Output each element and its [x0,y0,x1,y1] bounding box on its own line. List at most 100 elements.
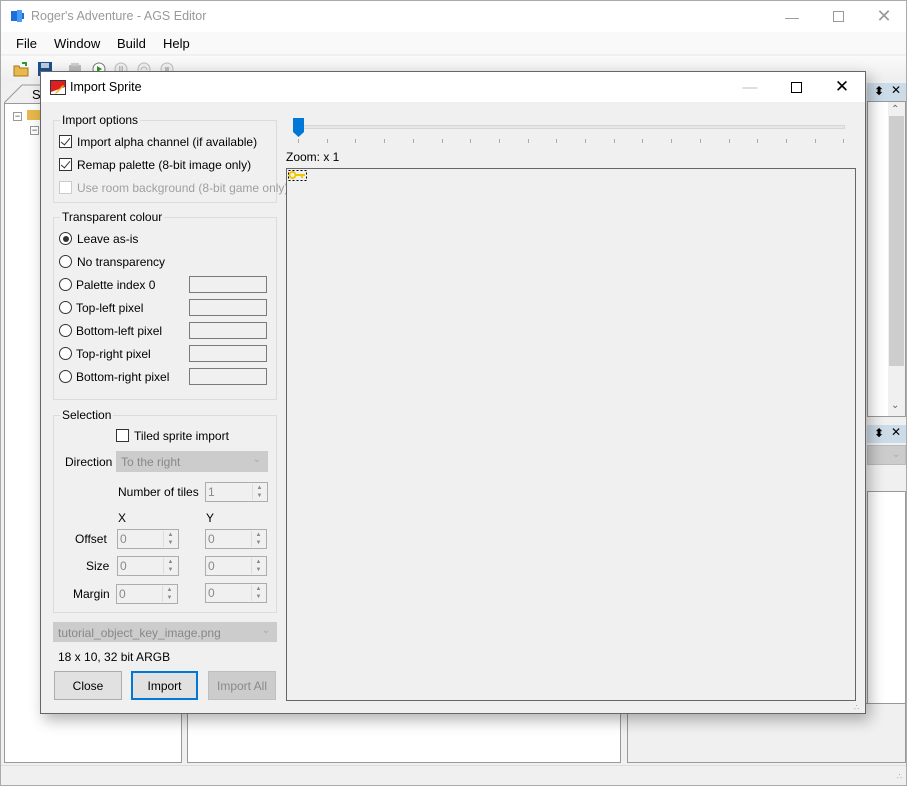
zoom-slider-thumb[interactable] [293,118,304,137]
pane-close-icon[interactable]: ✕ [891,83,901,97]
scroll-up-icon[interactable]: ⌃ [891,104,899,115]
folder-icon [27,110,41,120]
margin-y-spinner[interactable]: 0 ▲ ▼ [205,583,267,603]
size-label: Size [86,559,110,573]
dialog-maximize-button[interactable] [773,72,819,102]
slider-tick [757,139,759,143]
pin-icon[interactable]: ⬍ [874,84,884,98]
size-y-spinner[interactable]: 0 ▲ ▼ [205,556,267,576]
import-options-legend: Import options [60,113,141,127]
palette-index-0-label: Palette index 0 [76,278,156,292]
file-select[interactable]: tutorial_object_key_image.png ⌄ [53,622,277,642]
offset-x-value: 0 [120,532,127,546]
number-of-tiles-value: 1 [208,485,215,499]
offset-y-value: 0 [208,532,215,546]
radio-bottom-right-pixel[interactable] [59,370,72,383]
direction-select[interactable]: To the right ⌄ [116,451,268,472]
maximize-icon [790,81,802,93]
properties-pane-header: ⬍ ✕ [867,83,906,101]
slider-tick [814,139,816,143]
radio-bottom-left-pixel[interactable] [59,324,72,337]
second-pane-header: ⬍ ✕ [867,425,906,443]
zoom-slider-track[interactable] [298,125,845,129]
radio-no-transparency[interactable] [59,255,72,268]
margin-label: Margin [73,587,110,601]
minimize-icon: — [785,8,799,25]
remap-palette-checkbox[interactable] [59,158,72,171]
chevron-down-icon: ⌄ [892,449,901,460]
menu-window[interactable]: Window [54,36,100,51]
radio-top-left-pixel[interactable] [59,301,72,314]
import-all-button[interactable]: Import All [208,671,276,700]
maximize-icon [832,11,844,22]
slider-tick [326,139,328,143]
collapse-icon[interactable]: − [30,126,39,135]
menu-help[interactable]: Help [163,36,190,51]
spinner-arrows-icon[interactable]: ▲ ▼ [163,558,177,574]
pane-close-icon[interactable]: ✕ [891,425,901,439]
spinner-arrows-icon[interactable]: ▲ ▼ [163,531,177,547]
scroll-down-icon[interactable]: ⌄ [891,400,899,411]
bottom-right-colour-swatch [189,368,267,385]
minimize-button[interactable]: — [769,1,815,32]
offset-label: Offset [75,532,107,546]
bottom-right-pixel-label: Bottom-right pixel [76,370,170,384]
radio-leave-as-is[interactable] [59,232,72,245]
radio-palette-index-0[interactable] [59,278,72,291]
key-sprite-image [288,170,307,181]
ags-app-icon [11,10,24,22]
collapse-icon[interactable]: − [13,112,22,121]
scrollbar-thumb[interactable] [889,116,904,366]
tiled-sprite-import-checkbox[interactable] [116,429,129,442]
spinner-arrows-icon[interactable]: ▲ ▼ [251,531,265,547]
slider-tick [556,139,558,143]
spinner-arrows-icon[interactable]: ▲ ▼ [251,558,265,574]
import-button[interactable]: Import [131,671,198,700]
file-name: tutorial_object_key_image.png [58,626,221,640]
spinner-arrows-icon[interactable]: ▲ ▼ [162,586,176,602]
slider-tick [298,139,299,143]
menu-file[interactable]: File [16,36,37,51]
title-bar: Roger's Adventure - AGS Editor — ✕ [1,1,906,32]
chevron-down-icon: ⌄ [252,454,261,465]
close-window-button[interactable]: ✕ [861,1,907,32]
close-button[interactable]: Close [54,671,122,700]
import-alpha-checkbox[interactable] [59,135,72,148]
number-of-tiles-spinner[interactable]: 1 ▲ ▼ [205,482,268,502]
slider-tick [671,139,673,143]
slider-tick [470,139,472,143]
bottom-left-pixel-label: Bottom-left pixel [76,324,163,338]
window-title: Roger's Adventure - AGS Editor [31,9,207,23]
margin-x-spinner[interactable]: 0 ▲ ▼ [116,584,178,604]
open-folder-icon[interactable] [13,61,29,77]
resize-grip-icon[interactable]: ∴ [897,772,902,781]
size-x-spinner[interactable]: 0 ▲ ▼ [117,556,179,576]
dialog-close-button[interactable]: ✕ [819,72,865,102]
spinner-arrows-icon[interactable]: ▲ ▼ [251,585,265,601]
close-icon: ✕ [834,77,850,96]
chevron-down-icon: ⌄ [261,625,270,636]
menu-build[interactable]: Build [117,36,146,51]
dialog-minimize-button[interactable]: — [727,72,773,102]
margin-y-value: 0 [208,586,215,600]
resize-grip-icon[interactable]: ∴ [854,703,859,712]
slider-tick [728,139,730,143]
y-column-header: Y [206,511,215,525]
use-room-bg-checkbox[interactable] [59,181,72,194]
top-right-colour-swatch [189,345,267,362]
slider-tick [785,139,787,143]
direction-label: Direction [65,455,113,469]
sprite-preview[interactable] [286,168,856,701]
scrollbar[interactable]: ⌃ ⌄ [888,102,905,416]
offset-y-spinner[interactable]: 0 ▲ ▼ [205,529,267,549]
maximize-button[interactable] [815,1,861,32]
use-room-bg-label: Use room background (8-bit game only) [77,181,289,195]
top-left-pixel-label: Top-left pixel [76,301,144,315]
pane-combo[interactable]: ⌄ [867,445,906,465]
pin-icon[interactable]: ⬍ [874,426,884,440]
offset-x-spinner[interactable]: 0 ▲ ▼ [117,529,179,549]
radio-top-right-pixel[interactable] [59,347,72,360]
bottom-left-colour-swatch [189,322,267,339]
spinner-arrows-icon[interactable]: ▲ ▼ [252,484,266,500]
zoom-label: Zoom: x 1 [286,150,340,164]
